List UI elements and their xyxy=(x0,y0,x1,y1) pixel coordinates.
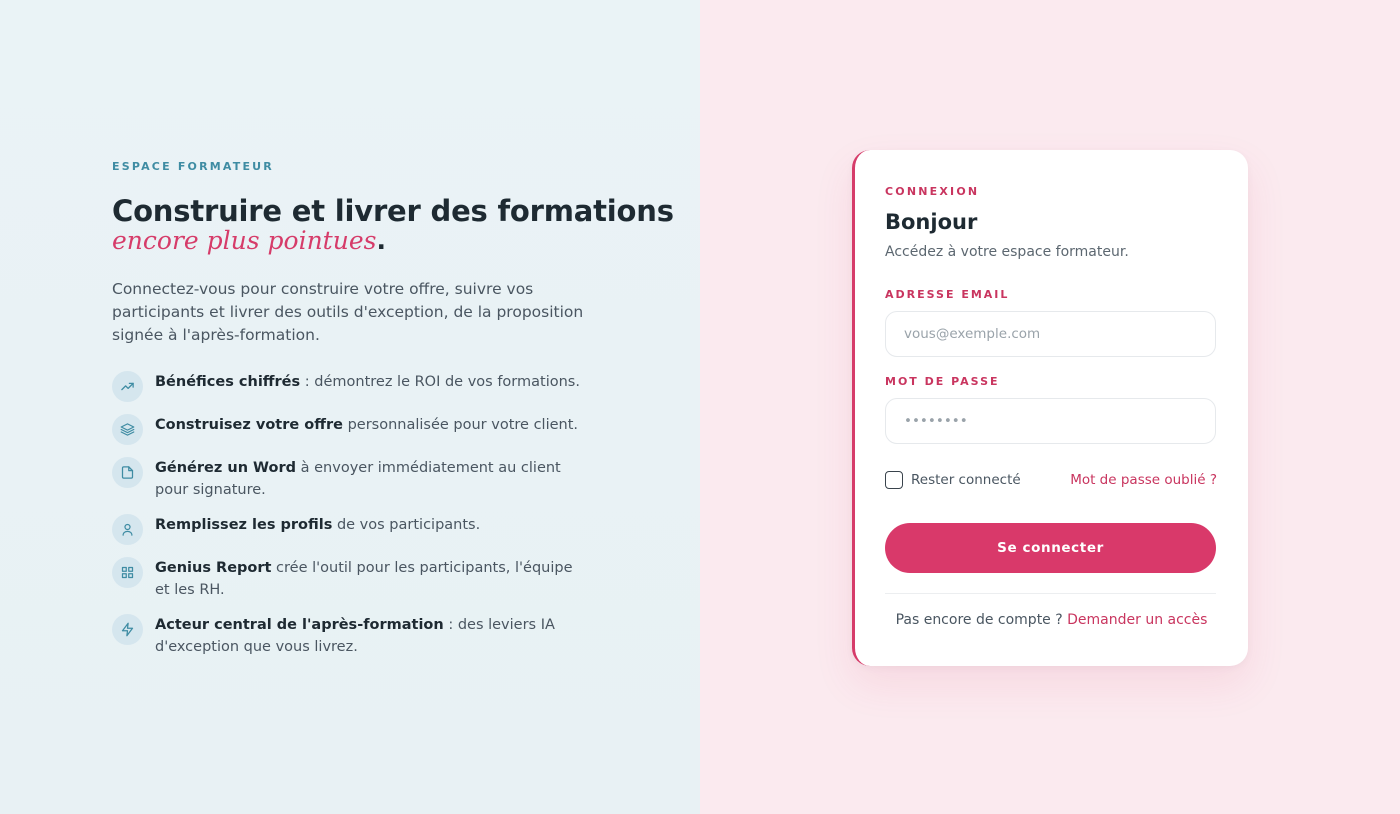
feature-title: Genius Report xyxy=(155,560,272,576)
trending-up-icon xyxy=(112,371,143,402)
email-label: ADRESSE EMAIL xyxy=(885,288,1010,301)
feature-item: Générez un Word à envoyer immédiatement … xyxy=(112,456,582,513)
feature-text: Acteur central de l'après-formation : de… xyxy=(155,613,582,658)
feature-title: Générez un Word xyxy=(155,460,297,476)
remember-label: Rester connecté xyxy=(911,472,1021,488)
feature-description: de vos participants. xyxy=(332,517,481,533)
feature-title: Remplissez les profils xyxy=(155,517,333,533)
intro-panel: ESPACE FORMATEUR Construire et livrer de… xyxy=(0,0,700,814)
signup-text: Pas encore de compte ? xyxy=(895,612,1068,628)
headline-subline: encore plus pointues. xyxy=(112,226,386,255)
forgot-password-link[interactable]: Mot de passe oublié ? xyxy=(1070,472,1217,488)
remember-checkbox[interactable] xyxy=(885,471,903,489)
feature-text: Générez un Word à envoyer immédiatement … xyxy=(155,456,582,501)
feature-text: Remplissez les profils de vos participan… xyxy=(155,513,480,536)
grid-icon xyxy=(112,557,143,588)
feature-description: : démontrez le ROI de vos formations. xyxy=(300,374,580,390)
user-icon xyxy=(112,514,143,545)
feature-item: Remplissez les profils de vos participan… xyxy=(112,513,582,556)
feature-description: personnalisée pour votre client. xyxy=(342,417,578,433)
signup-prompt: Pas encore de compte ? Demander un accès xyxy=(855,612,1248,628)
subline-text: encore plus pointues xyxy=(112,226,377,255)
lightning-icon xyxy=(112,614,143,645)
section-eyebrow: ESPACE FORMATEUR xyxy=(112,160,274,173)
feature-title: Bénéfices chiffrés xyxy=(155,374,301,390)
request-access-link[interactable]: Demander un accès xyxy=(1067,612,1207,628)
feature-item: Construisez votre offre personnalisée po… xyxy=(112,413,582,456)
layers-icon xyxy=(112,414,143,445)
feature-text: Construisez votre offre personnalisée po… xyxy=(155,413,578,436)
subline-dot: . xyxy=(376,226,386,255)
login-title: Bonjour xyxy=(885,210,978,234)
document-icon xyxy=(112,457,143,488)
feature-text: Bénéfices chiffrés : démontrez le ROI de… xyxy=(155,370,580,393)
feature-item: Acteur central de l'après-formation : de… xyxy=(112,613,582,670)
login-card: CONNEXION Bonjour Accédez à votre espace… xyxy=(852,150,1248,666)
email-field[interactable] xyxy=(885,311,1216,357)
page-headline: Construire et livrer des formations xyxy=(112,194,674,228)
password-label: MOT DE PASSE xyxy=(885,375,1000,388)
divider xyxy=(885,593,1216,594)
password-field[interactable] xyxy=(885,398,1216,444)
feature-item: Genius Report crée l'outil pour les part… xyxy=(112,556,582,613)
login-eyebrow: CONNEXION xyxy=(885,185,980,198)
feature-title: Construisez votre offre xyxy=(155,417,343,433)
feature-text: Genius Report crée l'outil pour les part… xyxy=(155,556,582,601)
intro-paragraph: Connectez-vous pour construire votre off… xyxy=(112,280,584,344)
login-button[interactable]: Se connecter xyxy=(885,523,1216,573)
remember-me[interactable]: Rester connecté xyxy=(885,471,1021,489)
feature-list: Bénéfices chiffrés : démontrez le ROI de… xyxy=(112,370,582,670)
login-subtitle: Accédez à votre espace formateur. xyxy=(885,244,1129,260)
feature-title: Acteur central de l'après-formation xyxy=(155,617,444,633)
feature-item: Bénéfices chiffrés : démontrez le ROI de… xyxy=(112,370,582,413)
